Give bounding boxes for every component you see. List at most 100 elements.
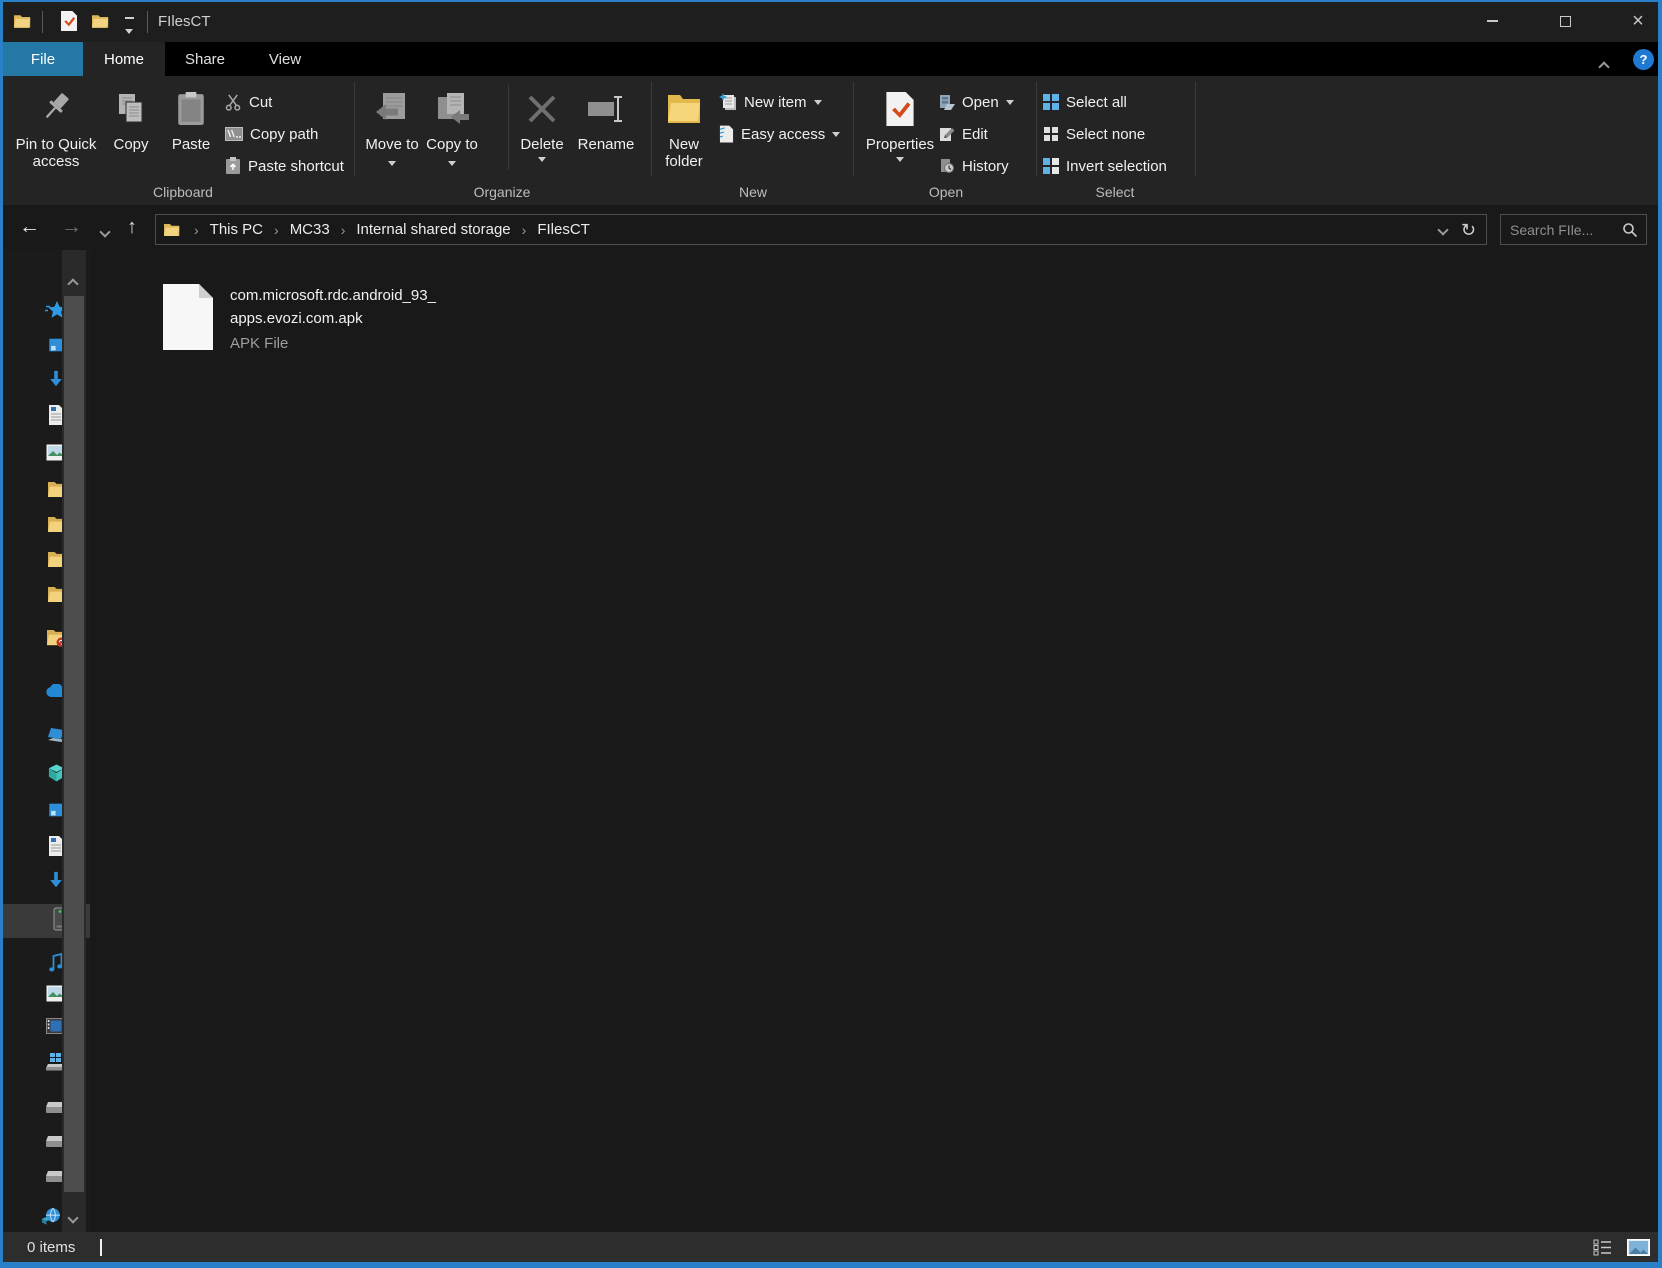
move-to-label: Move to (365, 136, 419, 170)
dropdown-caret-icon (1006, 100, 1014, 105)
help-button[interactable]: ? (1633, 49, 1654, 70)
recent-locations-button[interactable] (101, 223, 109, 240)
select-none-icon (1043, 126, 1059, 142)
close-button[interactable]: × (1615, 2, 1661, 40)
items-count: 0 items (27, 1232, 75, 1262)
copy-button[interactable]: Copy (105, 82, 157, 178)
group-divider (1195, 82, 1196, 176)
rename-button[interactable]: Rename (575, 82, 637, 178)
sidebar-scrollbar-thumb[interactable] (64, 296, 84, 1192)
file-name-line2: apps.evozi.com.apk (230, 308, 363, 329)
title-bar: FIlesCT × (3, 2, 1658, 42)
new-item-button[interactable]: New item (719, 88, 822, 116)
breadcrumb-this-pc[interactable]: This PC (210, 221, 263, 238)
copy-icon (115, 82, 147, 136)
dropdown-caret-icon (896, 157, 904, 162)
open-button[interactable]: Open (939, 88, 1014, 116)
cut-button[interactable]: Cut (225, 88, 272, 116)
history-label: History (962, 158, 1009, 175)
tab-file[interactable]: File (3, 42, 83, 76)
edit-button[interactable]: Edit (939, 120, 988, 148)
file-name-line1: com.microsoft.rdc.android_93_ (230, 285, 436, 306)
address-bar[interactable]: › This PC › MC33 › Internal shared stora… (155, 214, 1487, 245)
copy-label: Copy (113, 136, 148, 153)
new-folder-label: New folder (655, 136, 713, 170)
history-button[interactable]: History (939, 152, 1009, 180)
new-folder-button[interactable]: New folder (655, 82, 713, 178)
paste-icon (176, 82, 206, 136)
invert-selection-icon (1043, 158, 1059, 174)
search-icon[interactable] (1622, 222, 1638, 238)
move-to-button[interactable]: Move to (365, 82, 419, 178)
navigation-pane (3, 250, 90, 1232)
search-input[interactable] (1501, 222, 1622, 238)
paste-button[interactable]: Paste (163, 82, 219, 178)
dropdown-caret-icon (388, 161, 396, 166)
text-caret (100, 1239, 102, 1256)
large-icons-view-icon (1627, 1239, 1650, 1256)
file-list-pane[interactable]: com.microsoft.rdc.android_93_ apps.evozi… (90, 250, 1658, 1232)
new-item-icon (719, 93, 737, 111)
forward-button[interactable]: → (61, 216, 82, 238)
easy-access-icon (719, 125, 734, 143)
easy-access-label: Easy access (741, 126, 825, 143)
scroll-up-icon[interactable] (69, 280, 77, 288)
select-none-button[interactable]: Select none (1043, 120, 1145, 148)
breadcrumb-separator-icon: › (341, 222, 346, 238)
breadcrumb-separator-icon: › (274, 222, 279, 238)
open-icon (939, 94, 955, 110)
copy-to-label: Copy to (425, 136, 479, 170)
paste-label: Paste (172, 136, 210, 153)
select-all-button[interactable]: Select all (1043, 88, 1127, 116)
breadcrumb-filesct[interactable]: FIlesCT (537, 221, 590, 238)
sidebar-scrollbar[interactable] (62, 250, 86, 1232)
collapse-ribbon-button[interactable] (1600, 58, 1608, 75)
details-view-icon (1593, 1239, 1613, 1256)
refresh-button[interactable]: ↻ (1461, 221, 1476, 239)
tab-home[interactable]: Home (83, 42, 165, 76)
group-divider (508, 84, 509, 170)
maximize-icon (1560, 16, 1571, 27)
select-all-label: Select all (1066, 94, 1127, 111)
details-view-button[interactable] (1591, 1238, 1615, 1256)
qat-properties-icon[interactable] (61, 11, 77, 31)
minimize-icon (1487, 20, 1498, 22)
breadcrumb-internal-shared-storage[interactable]: Internal shared storage (356, 221, 510, 238)
group-label-new: New (739, 184, 767, 200)
group-label-open: Open (929, 184, 963, 200)
new-folder-icon (665, 82, 703, 136)
qat-separator (147, 11, 148, 33)
copy-to-button[interactable]: Copy to (425, 82, 479, 178)
pin-icon (38, 82, 74, 136)
back-button[interactable]: ← (19, 216, 40, 238)
file-item-apk[interactable]: com.microsoft.rdc.android_93_ apps.evozi… (163, 284, 583, 356)
scroll-down-icon[interactable] (69, 1214, 77, 1222)
breadcrumb-mc33[interactable]: MC33 (290, 221, 330, 238)
qat-separator (42, 11, 43, 33)
invert-selection-button[interactable]: Invert selection (1043, 152, 1167, 180)
paste-shortcut-icon (225, 157, 241, 175)
dropdown-caret-icon (538, 157, 546, 162)
large-icons-view-button[interactable] (1625, 1238, 1651, 1256)
paste-shortcut-button[interactable]: Paste shortcut (225, 152, 344, 180)
minimize-button[interactable] (1469, 2, 1515, 40)
new-item-label: New item (744, 94, 807, 111)
tab-view[interactable]: View (245, 42, 325, 76)
easy-access-button[interactable]: Easy access (719, 120, 840, 148)
tab-share[interactable]: Share (165, 42, 245, 76)
group-label-select: Select (1096, 184, 1135, 200)
sidebar-item-network[interactable] (41, 1205, 63, 1227)
window-border (0, 1262, 1662, 1268)
properties-label: Properties (866, 136, 934, 153)
copy-path-button[interactable]: Copy path (225, 120, 318, 148)
address-dropdown-button[interactable] (1439, 221, 1447, 238)
qat-customize-caret-icon[interactable] (125, 17, 134, 38)
qat-folder-icon[interactable] (14, 14, 32, 29)
delete-button[interactable]: Delete (513, 82, 571, 178)
properties-button[interactable]: Properties (861, 82, 939, 178)
group-divider (651, 82, 652, 176)
qat-new-folder-icon[interactable] (92, 14, 110, 29)
pin-to-quick-access-button[interactable]: Pin to Quick access (11, 82, 101, 178)
maximize-button[interactable] (1542, 2, 1588, 40)
up-button[interactable]: ↑ (127, 216, 137, 238)
